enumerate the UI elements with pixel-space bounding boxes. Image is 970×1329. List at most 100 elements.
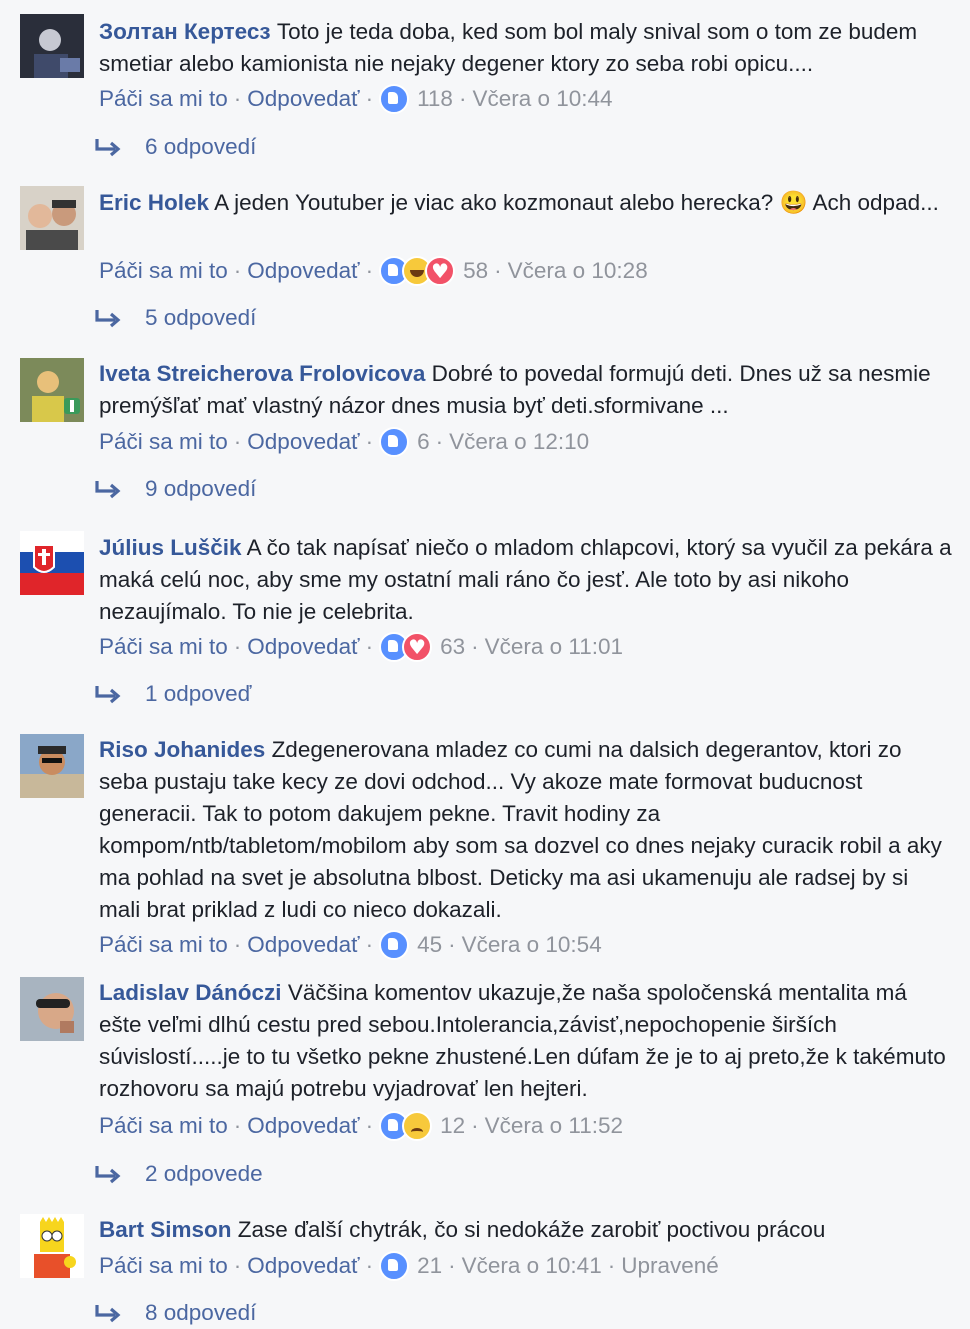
separator: · <box>365 1253 374 1278</box>
view-replies-link[interactable]: 1 odpoveď <box>93 678 251 710</box>
comment-body: Július Luščik A čo tak napísať niečo o m… <box>99 532 954 628</box>
reaction-count[interactable]: 63 <box>440 631 465 663</box>
avatar[interactable] <box>20 358 84 422</box>
comment-actions: Páči sa mi to · Odpovedať · 6 · Včera o … <box>99 426 589 458</box>
replies-count[interactable]: 8 odpovedí <box>145 1297 256 1329</box>
comment-body: Eric Holek A jeden Youtuber je viac ako … <box>99 187 954 219</box>
reply-button[interactable]: Odpovedať <box>247 255 359 287</box>
reaction-count[interactable]: 21 <box>417 1250 442 1282</box>
separator: · <box>233 429 242 454</box>
replies-count[interactable]: 9 odpovedí <box>145 473 256 505</box>
like-icon <box>379 1251 410 1281</box>
comment-author[interactable]: Ladislav Dánóczi <box>99 980 282 1005</box>
avatar[interactable] <box>20 531 84 595</box>
like-button[interactable]: Páči sa mi to <box>99 255 228 287</box>
reaction-count[interactable]: 118 <box>417 83 453 115</box>
separator: · <box>471 1113 479 1138</box>
view-replies-link[interactable]: 5 odpovedí <box>93 302 256 334</box>
comment-body: Bart Simson Zase ďalší chytrák, čo si ne… <box>99 1214 954 1246</box>
reply-arrow-icon <box>93 1303 123 1323</box>
like-icon <box>379 427 410 457</box>
separator: · <box>233 932 242 957</box>
comment-body: Iveta Streicherova Frolovicova Dobré to … <box>99 358 954 422</box>
avatar[interactable] <box>20 186 84 250</box>
reaction-summary[interactable] <box>379 930 410 960</box>
like-button[interactable]: Páči sa mi to <box>99 631 228 663</box>
comment-actions: Páči sa mi to · Odpovedať · 58 · Včera o… <box>99 255 648 287</box>
reply-arrow-icon <box>93 479 123 499</box>
comment-timestamp[interactable]: Včera o 11:52 <box>485 1110 623 1142</box>
view-replies-link[interactable]: 8 odpovedí <box>93 1297 256 1329</box>
replies-count[interactable]: 2 odpovede <box>145 1158 263 1190</box>
reaction-count[interactable]: 45 <box>417 929 442 961</box>
replies-count[interactable]: 1 odpoveď <box>145 678 251 710</box>
reaction-summary[interactable] <box>379 1251 410 1281</box>
comment-body: Золтан Кертесз Toto je teda doba, ked so… <box>99 16 954 80</box>
view-replies-link[interactable]: 6 odpovedí <box>93 131 256 163</box>
comment-author[interactable]: Eric Holek <box>99 190 209 215</box>
like-button[interactable]: Páči sa mi to <box>99 1110 228 1142</box>
comment-timestamp[interactable]: Včera o 11:01 <box>485 631 623 663</box>
like-icon <box>379 930 410 960</box>
reply-button[interactable]: Odpovedať <box>247 929 359 961</box>
view-replies-link[interactable]: 2 odpovede <box>93 1158 263 1190</box>
view-replies-link[interactable]: 9 odpovedí <box>93 473 256 505</box>
reaction-summary[interactable] <box>379 255 456 287</box>
separator: · <box>365 429 374 454</box>
like-icon <box>379 84 410 114</box>
like-button[interactable]: Páči sa mi to <box>99 1250 228 1282</box>
like-button[interactable]: Páči sa mi to <box>99 929 228 961</box>
avatar[interactable] <box>20 14 84 78</box>
reaction-summary[interactable] <box>379 84 410 114</box>
reaction-count[interactable]: 12 <box>440 1110 465 1142</box>
comment-timestamp[interactable]: Včera o 10:28 <box>508 255 648 287</box>
comment-timestamp[interactable]: Včera o 12:10 <box>449 426 589 458</box>
comment-author[interactable]: Золтан Кертесз <box>99 19 271 44</box>
reply-button[interactable]: Odpovedať <box>247 426 359 458</box>
reply-arrow-icon <box>93 684 123 704</box>
edited-label[interactable]: Upravené <box>621 1250 719 1282</box>
like-button[interactable]: Páči sa mi to <box>99 83 228 115</box>
comment-actions: Páči sa mi to · Odpovedať · 21 · Včera o… <box>99 1250 719 1282</box>
replies-count[interactable]: 5 odpovedí <box>145 302 256 334</box>
separator: · <box>233 634 242 659</box>
reaction-summary[interactable] <box>379 1111 433 1141</box>
separator: · <box>233 1113 242 1138</box>
separator: · <box>471 634 479 659</box>
replies-count[interactable]: 6 odpovedí <box>145 131 256 163</box>
like-button[interactable]: Páči sa mi to <box>99 426 228 458</box>
comment-actions: Páči sa mi to · Odpovedať · 45 · Včera o… <box>99 929 602 961</box>
reaction-count[interactable]: 58 <box>463 255 488 287</box>
separator: · <box>365 932 374 957</box>
comment-timestamp[interactable]: Včera o 10:54 <box>462 929 602 961</box>
separator: · <box>365 258 374 283</box>
comment-actions: Páči sa mi to · Odpovedať · 118 · Včera … <box>99 83 613 115</box>
comment-text: Zdegenerovana mladez co cumi na dalsich … <box>99 737 942 922</box>
reply-button[interactable]: Odpovedať <box>247 83 359 115</box>
reaction-summary[interactable] <box>379 631 433 663</box>
avatar[interactable] <box>20 977 84 1041</box>
separator: · <box>607 1253 616 1278</box>
reply-arrow-icon <box>93 1164 123 1184</box>
comment-timestamp[interactable]: Včera o 10:44 <box>472 83 612 115</box>
reaction-count[interactable]: 6 <box>417 426 430 458</box>
separator: · <box>448 932 456 957</box>
reply-arrow-icon <box>93 308 123 328</box>
comment-actions: Páči sa mi to · Odpovedať · 12 · Včera o… <box>99 1110 623 1142</box>
reaction-summary[interactable] <box>379 427 410 457</box>
separator: · <box>233 1253 242 1278</box>
avatar[interactable] <box>20 734 84 798</box>
comment-author[interactable]: Bart Simson <box>99 1217 232 1242</box>
reply-button[interactable]: Odpovedať <box>247 1110 359 1142</box>
comment-timestamp[interactable]: Včera o 10:41 <box>462 1250 602 1282</box>
comment-body: Riso Johanides Zdegenerovana mladez co c… <box>99 734 954 926</box>
love-icon <box>402 631 433 663</box>
comment-author[interactable]: Riso Johanides <box>99 737 265 762</box>
separator: · <box>448 1253 456 1278</box>
comment-author[interactable]: Július Luščik <box>99 535 242 560</box>
separator: · <box>233 86 242 111</box>
comment-author[interactable]: Iveta Streicherova Frolovicova <box>99 361 425 386</box>
reply-button[interactable]: Odpovedať <box>247 631 359 663</box>
avatar[interactable] <box>20 1214 84 1278</box>
reply-button[interactable]: Odpovedať <box>247 1250 359 1282</box>
